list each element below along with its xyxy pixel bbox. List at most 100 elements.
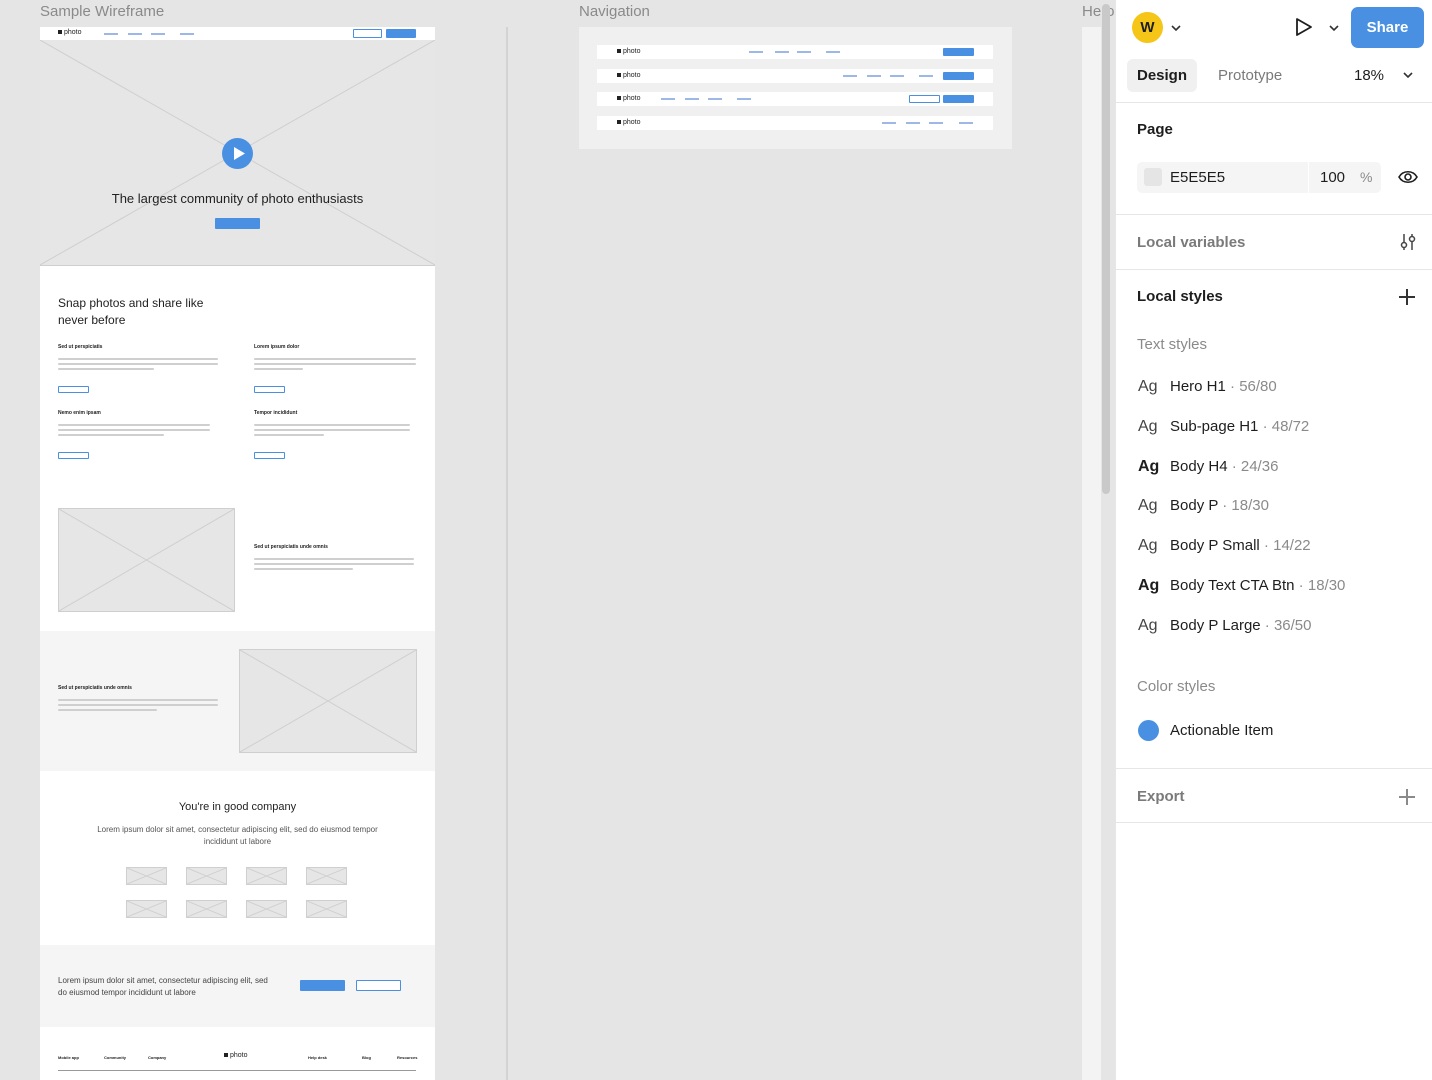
text-style-meta: · 24/36	[1227, 458, 1279, 475]
text-style-name: Sub-page H1	[1170, 418, 1259, 435]
footer-divider	[58, 1070, 416, 1071]
feature-learn-more	[58, 386, 89, 393]
navigation-frame[interactable]: photo photo photo photo	[579, 27, 1012, 149]
wireframe-login-button	[353, 29, 382, 38]
color-style-name: Actionable Item	[1170, 722, 1274, 739]
nav-variant-link	[929, 122, 943, 124]
canvas[interactable]: Sample Wireframe Navigation Hero photo T…	[0, 0, 1115, 1080]
wireframe-hero-button	[215, 218, 260, 229]
text-style-name: Body P	[1170, 497, 1219, 514]
page-opacity[interactable]: 100	[1320, 169, 1345, 186]
nav-variant-logo: photo	[617, 48, 641, 55]
divider	[1116, 269, 1432, 270]
chevron-down-icon[interactable]	[1328, 22, 1340, 34]
footer-link: Mobile app	[58, 1055, 79, 1060]
share-button[interactable]: Share	[1351, 7, 1424, 48]
sample-wireframe-frame[interactable]: photo The largest community of photo ent…	[40, 27, 435, 1080]
chevron-down-icon[interactable]	[1170, 22, 1182, 34]
footer-link: Resources	[397, 1055, 418, 1060]
logo-placeholder	[246, 900, 287, 918]
play-present-icon[interactable]	[1292, 16, 1314, 38]
nav-variant-link	[843, 75, 857, 77]
text-style-name: Body Text CTA Btn	[1170, 577, 1295, 594]
local-styles-title: Local styles	[1137, 288, 1223, 305]
feature-text	[58, 424, 210, 439]
field-separator	[1308, 162, 1309, 193]
text-style-meta: · 36/50	[1260, 617, 1312, 634]
frame-label-navigation[interactable]: Navigation	[579, 3, 650, 20]
color-styles-title: Color styles	[1137, 678, 1216, 695]
text-style-item[interactable]: Ag Body P Small · 14/22	[1138, 537, 1311, 559]
text-style-icon: Ag	[1138, 537, 1158, 554]
chevron-down-icon[interactable]	[1402, 69, 1414, 81]
feature-title: Sed ut perspiciatis	[58, 344, 103, 350]
nav-variant-link	[708, 98, 722, 100]
local-variables-title[interactable]: Local variables	[1137, 234, 1245, 251]
logo-placeholder	[306, 900, 347, 918]
text-style-icon: Ag	[1138, 458, 1160, 475]
text-style-name: Body P Small	[1170, 537, 1260, 554]
eye-icon[interactable]	[1397, 167, 1419, 187]
text-style-icon: Ag	[1138, 378, 1158, 395]
split-text	[254, 558, 414, 573]
canvas-scrollbar[interactable]	[1102, 4, 1110, 494]
divider	[1116, 214, 1432, 215]
wireframe-section-title: Snap photos and share like never before	[58, 296, 204, 327]
logo-placeholder	[126, 867, 167, 885]
text-style-name: Hero H1	[1170, 378, 1226, 395]
text-style-meta: · 56/80	[1225, 378, 1277, 395]
user-avatar[interactable]: W	[1132, 12, 1163, 43]
company-title: You're in good company	[178, 801, 297, 813]
page-opacity-percent: %	[1360, 169, 1373, 185]
text-style-item[interactable]: Ag Sub-page H1 · 48/72	[1138, 418, 1309, 440]
color-style-item[interactable]: Actionable Item	[1138, 720, 1273, 742]
tab-prototype[interactable]: Prototype	[1218, 67, 1282, 84]
wireframe-nav-link	[180, 33, 194, 35]
page-color-swatch[interactable]	[1144, 168, 1162, 186]
feature-title: Nemo enim ipsam	[58, 410, 101, 416]
variables-icon[interactable]	[1398, 232, 1418, 252]
export-title[interactable]: Export	[1137, 788, 1185, 805]
text-style-item[interactable]: Ag Body Text CTA Btn · 18/30	[1138, 577, 1345, 599]
footer-link: Blog	[362, 1055, 371, 1060]
nav-variant-logo: photo	[617, 119, 641, 126]
nav-variant-button	[943, 48, 974, 56]
footer-link: Help desk	[308, 1055, 327, 1060]
text-style-name: Body H4	[1170, 458, 1228, 475]
tab-design[interactable]: Design	[1127, 59, 1197, 92]
split-text	[58, 699, 218, 714]
text-style-item[interactable]: Ag Hero H1 · 56/80	[1138, 378, 1277, 400]
page-color-hex[interactable]: E5E5E5	[1170, 169, 1225, 186]
divider	[1116, 768, 1432, 769]
company-text: Lorem ipsum dolor sit amet, consectetur …	[97, 825, 378, 846]
divider	[1116, 102, 1432, 103]
nav-variant-link	[826, 51, 840, 53]
cta-text: Lorem ipsum dolor sit amet, consectetur …	[58, 976, 268, 997]
add-export-icon[interactable]	[1399, 789, 1415, 805]
feature-text	[254, 424, 410, 439]
nav-variant-link	[890, 75, 904, 77]
frame-label-sample-wireframe[interactable]: Sample Wireframe	[40, 3, 164, 20]
nav-variant-link	[737, 98, 751, 100]
text-style-icon: Ag	[1138, 577, 1160, 594]
logo-placeholder	[246, 867, 287, 885]
wireframe-image-placeholder	[58, 508, 235, 612]
wireframe-nav-link	[151, 33, 165, 35]
add-style-icon[interactable]	[1399, 289, 1415, 305]
wireframe-nav: photo	[40, 27, 435, 40]
wireframe-nav-link	[104, 33, 118, 35]
color-swatch-icon	[1138, 720, 1159, 741]
zoom-level[interactable]: 18%	[1354, 67, 1384, 84]
logo-placeholder	[186, 867, 227, 885]
text-style-item[interactable]: Ag Body P · 18/30	[1138, 497, 1269, 519]
nav-variant-logo: photo	[617, 72, 641, 79]
feature-title: Lorem ipsum dolor	[254, 344, 300, 350]
nav-variant-login	[909, 95, 940, 103]
nav-variant-link	[959, 122, 973, 124]
text-style-item[interactable]: Ag Body H4 · 24/36	[1138, 458, 1278, 480]
wireframe-hero-title: The largest community of photo enthusias…	[111, 191, 364, 206]
nav-variant: photo	[597, 69, 993, 83]
hero-frame-partial[interactable]	[1082, 27, 1101, 1080]
text-style-item[interactable]: Ag Body P Large · 36/50	[1138, 617, 1312, 639]
footer-link: Company	[148, 1055, 167, 1060]
